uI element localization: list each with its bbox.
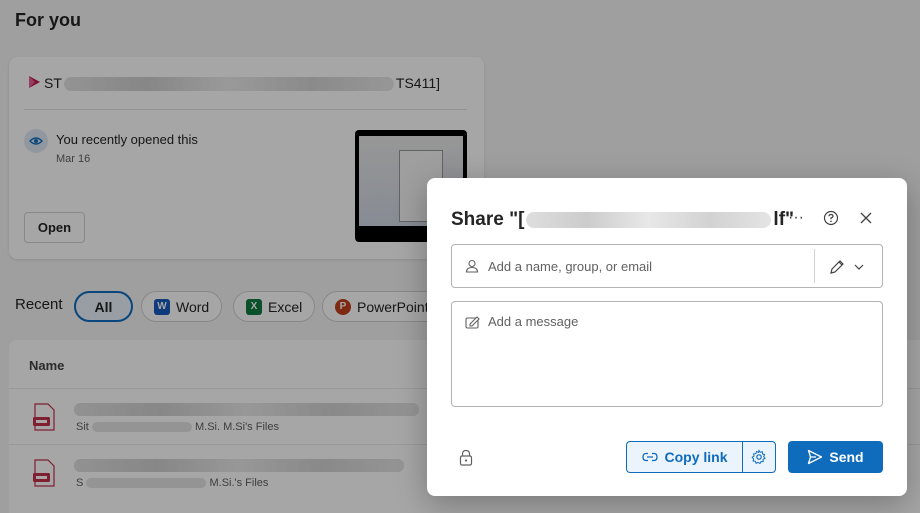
chevron-down-icon: [854, 264, 864, 270]
share-dialog: Share "[lf" ··· Add a name, group, or em…: [427, 178, 907, 496]
copy-link-button[interactable]: Copy link: [626, 441, 743, 473]
send-icon: [808, 449, 823, 465]
message-placeholder[interactable]: Add a message: [488, 314, 578, 329]
person-icon: [465, 259, 479, 273]
dialog-title-prefix: Share "[: [451, 209, 525, 230]
send-label: Send: [829, 449, 864, 465]
permission-dropdown[interactable]: [828, 257, 872, 277]
close-icon: [860, 212, 872, 224]
copy-link-label: Copy link: [664, 449, 728, 465]
send-button[interactable]: Send: [788, 441, 883, 473]
picker-divider: [814, 249, 815, 283]
close-button[interactable]: [854, 206, 878, 230]
help-icon: [823, 210, 839, 226]
redacted-text: [526, 211, 772, 228]
people-input-placeholder[interactable]: Add a name, group, or email: [488, 259, 652, 274]
gear-icon: [751, 449, 766, 465]
link-settings-button[interactable]: [742, 441, 776, 473]
people-picker[interactable]: Add a name, group, or email: [451, 244, 883, 288]
message-field[interactable]: Add a message: [451, 301, 883, 407]
lock-icon[interactable]: [459, 449, 473, 466]
more-options-button[interactable]: ···: [784, 206, 808, 230]
link-icon: [642, 452, 659, 462]
message-edit-icon: [465, 316, 480, 329]
help-button[interactable]: [819, 206, 843, 230]
dialog-title: Share "[lf": [451, 209, 794, 231]
pencil-icon: [830, 260, 844, 274]
